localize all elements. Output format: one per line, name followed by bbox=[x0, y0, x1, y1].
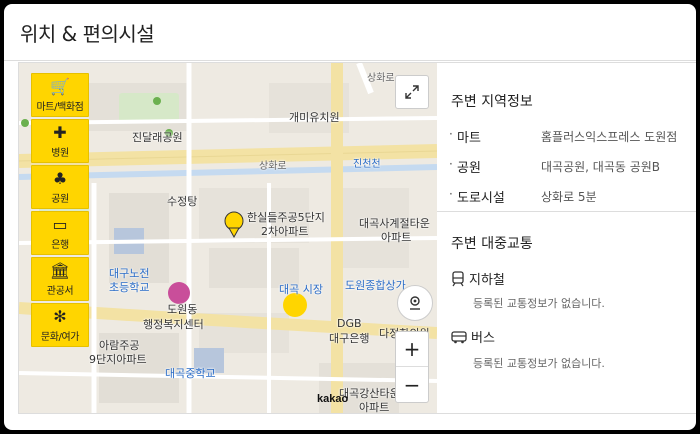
hospital-icon: ✚ bbox=[53, 122, 67, 142]
location-amenities-card: 위치 & 편의시설 상화로 상화로 진천천 개미유치원 진달래공원 수정탕 한실… bbox=[4, 4, 696, 430]
current-location-button[interactable] bbox=[397, 285, 433, 321]
map-label-market: 대곡 시장 bbox=[279, 283, 323, 296]
content-box: 상화로 상화로 진천천 개미유치원 진달래공원 수정탕 한실들주공5단지 2차아… bbox=[18, 62, 696, 414]
map-label-road-mid: 상화로 bbox=[259, 161, 287, 172]
category-button-park[interactable]: ♣ 공원 bbox=[31, 165, 89, 209]
roadview-icon bbox=[410, 296, 420, 310]
map-label-office-l2: 행정복지센터 bbox=[143, 318, 204, 331]
category-button-government[interactable]: 🏛 관공서 bbox=[31, 257, 89, 301]
map-label-bank-l1: DGB bbox=[337, 317, 362, 330]
expand-map-button[interactable] bbox=[395, 75, 429, 109]
info-key: 마트 bbox=[457, 131, 481, 146]
government-building-icon: 🏛 bbox=[49, 260, 71, 280]
bus-icon bbox=[451, 330, 467, 343]
title-divider bbox=[4, 60, 696, 61]
category-label: 병원 bbox=[51, 147, 69, 159]
map-label-school1-l2: 초등학교 bbox=[109, 281, 150, 294]
subway-empty-message: 등록된 교통정보가 없습니다. bbox=[473, 297, 605, 310]
category-button-mart[interactable]: 🛒 마트/백화점 bbox=[31, 73, 89, 117]
map-view[interactable]: 상화로 상화로 진천천 개미유치원 진달래공원 수정탕 한실들주공5단지 2차아… bbox=[19, 63, 437, 413]
info-row-park: · 공원 대곡공원, 대곡동 공원B bbox=[449, 157, 696, 177]
zoom-control: + − bbox=[395, 331, 429, 403]
subway-label: 지하철 bbox=[469, 273, 505, 288]
zoom-out-button[interactable]: − bbox=[396, 367, 428, 402]
info-value: 상화로 5분 bbox=[541, 190, 597, 204]
category-label: 문화/여가 bbox=[40, 331, 80, 343]
bus-empty-message: 등록된 교통정보가 없습니다. bbox=[473, 357, 605, 370]
category-button-hospital[interactable]: ✚ 병원 bbox=[31, 119, 89, 163]
map-label-mall: 도원종합상가 bbox=[345, 279, 406, 292]
category-button-bank[interactable]: ▭ 은행 bbox=[31, 211, 89, 255]
bank-card-icon: ▭ bbox=[52, 214, 68, 234]
info-row-road: · 도로시설 상화로 5분 bbox=[449, 187, 696, 207]
category-bar: 🛒 마트/백화점 ✚ 병원 ♣ 공원 ▭ 은행 🏛 관공서 ✻ 문화/여가 bbox=[31, 73, 89, 347]
category-label: 공원 bbox=[51, 193, 69, 205]
bullet: · bbox=[449, 187, 453, 201]
region-info-title: 주변 지역정보 bbox=[451, 94, 533, 110]
zoom-in-button[interactable]: + bbox=[396, 332, 428, 367]
section-title: 위치 & 편의시설 bbox=[20, 22, 155, 46]
marker-dn-icon bbox=[224, 211, 244, 231]
park-icon: ♣ bbox=[52, 168, 68, 188]
category-label: 관공서 bbox=[46, 285, 74, 297]
category-label: 은행 bbox=[51, 239, 69, 251]
map-label-apt2-l2: 2차아파트 bbox=[261, 225, 309, 238]
map-label-apt1: 수정탕 bbox=[167, 195, 198, 208]
bus-label: 버스 bbox=[471, 331, 495, 346]
map-label-apt4-l2: 9단지아파트 bbox=[89, 353, 147, 366]
map-label-apt5-l2: 아파트 bbox=[359, 401, 390, 413]
info-value: 대곡공원, 대곡동 공원B bbox=[541, 160, 661, 174]
bullet: · bbox=[449, 157, 453, 171]
transit-title: 주변 대중교통 bbox=[451, 236, 533, 252]
ferris-wheel-icon: ✻ bbox=[53, 306, 67, 326]
cart-icon: 🛒 bbox=[50, 76, 70, 96]
info-value: 홈플러스익스프레스 도원점 bbox=[541, 130, 678, 144]
info-row-mart: · 마트 홈플러스익스프레스 도원점 bbox=[449, 127, 696, 147]
bullet: · bbox=[449, 127, 453, 141]
category-button-culture[interactable]: ✻ 문화/여가 bbox=[31, 303, 89, 347]
info-key: 공원 bbox=[457, 161, 481, 176]
info-key: 도로시설 bbox=[457, 191, 505, 206]
map-label-stream: 진천천 bbox=[353, 159, 381, 170]
map-label-kindergarten: 개미유치원 bbox=[289, 111, 340, 124]
info-panel: 주변 지역정보 · 마트 홈플러스익스프레스 도원점 · 공원 대곡공원, 대곡… bbox=[437, 63, 696, 413]
map-label-road-top: 상화로 bbox=[367, 73, 395, 84]
subway-heading: 지하철 bbox=[451, 269, 505, 288]
map-label-apt3-l2: 아파트 bbox=[381, 231, 412, 244]
kakao-logo: kakao bbox=[317, 393, 349, 405]
category-label: 마트/백화점 bbox=[36, 101, 84, 113]
bus-heading: 버스 bbox=[451, 327, 495, 346]
subway-icon bbox=[452, 270, 464, 286]
panel-divider bbox=[437, 211, 696, 212]
expand-icon bbox=[405, 85, 419, 99]
map-label-park: 진달래공원 bbox=[132, 131, 183, 144]
map-label-office-l1: 도원동 bbox=[167, 303, 198, 316]
map-label-bank-l2: 대구은행 bbox=[329, 332, 370, 345]
map-label-school2: 대곡중학교 bbox=[165, 367, 216, 380]
